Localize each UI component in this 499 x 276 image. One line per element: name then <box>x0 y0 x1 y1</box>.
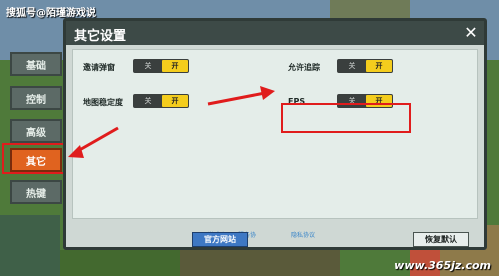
arrow-to-fps <box>207 86 275 106</box>
arrow-to-other-tab <box>68 126 119 158</box>
annotation-arrows <box>68 86 275 158</box>
corner-watermark: www.365jz.com <box>394 259 491 272</box>
